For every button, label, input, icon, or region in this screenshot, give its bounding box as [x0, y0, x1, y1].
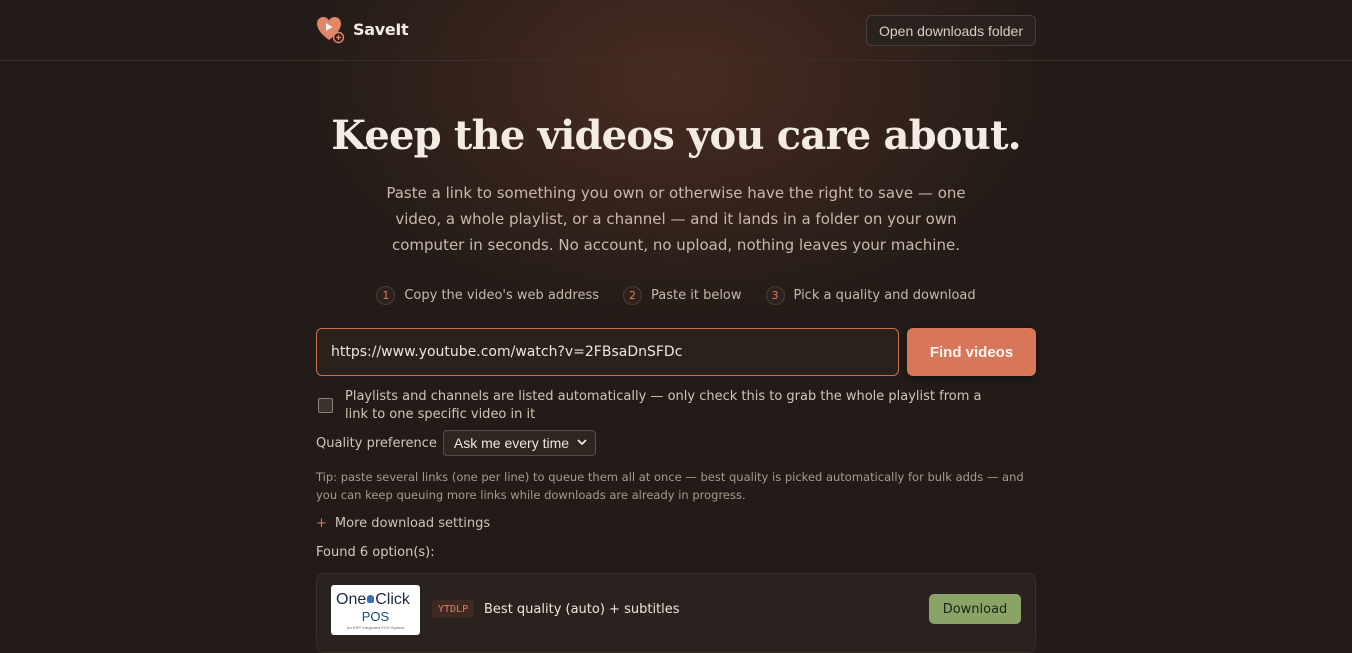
thumbnail-word: Click — [375, 591, 410, 608]
result-item: One Click POS An ERP Integrated POS Syste… — [316, 573, 1036, 653]
step-number: 3 — [765, 286, 785, 305]
open-downloads-folder-button[interactable]: Open downloads folder — [866, 15, 1036, 46]
whole-playlist-label[interactable]: Playlists and channels are listed automa… — [345, 388, 1005, 424]
step-item: 2 Paste it below — [623, 286, 742, 305]
download-button[interactable]: Download — [929, 594, 1021, 624]
step-number: 1 — [376, 286, 396, 305]
quality-preference-select[interactable]: Ask me every time — [442, 430, 597, 456]
brand[interactable]: SaveIt — [315, 14, 409, 44]
quality-preference-label: Quality preference — [316, 435, 437, 451]
step-label: Copy the video's web address — [404, 288, 599, 303]
saveit-logo-icon — [315, 14, 345, 44]
find-videos-button[interactable]: Find videos — [907, 328, 1036, 376]
step-number: 2 — [623, 286, 642, 305]
hand-icon — [367, 595, 375, 603]
page-title: Keep the videos you care about. — [331, 112, 1021, 159]
whole-playlist-checkbox[interactable] — [318, 398, 333, 413]
chevron-down-icon — [577, 438, 587, 449]
step-label: Paste it below — [651, 288, 742, 303]
quality-preference-row: Quality preference Ask me every time — [316, 430, 597, 456]
step-item: 1 Copy the video's web address — [376, 286, 599, 305]
more-download-settings-toggle[interactable]: + More download settings — [316, 516, 490, 531]
more-settings-label: More download settings — [334, 516, 491, 531]
top-bar: SaveIt Open downloads folder — [0, 0, 1352, 61]
plus-icon: + — [316, 516, 327, 531]
step-item: 3 Pick a quality and download — [765, 286, 976, 305]
playlist-option: Playlists and channels are listed automa… — [318, 388, 1018, 424]
url-input[interactable] — [316, 328, 899, 376]
result-title: Best quality (auto) + subtitles — [484, 602, 680, 617]
thumbnail-logo-text: One Click — [336, 591, 410, 609]
app-name: SaveIt — [353, 19, 409, 39]
source-badge: YTDLP — [432, 600, 475, 618]
thumbnail-tagline: An ERP Integrated POS System — [346, 625, 405, 630]
steps-list: 1 Copy the video's web address 2 Paste i… — [0, 286, 1352, 305]
video-thumbnail: One Click POS An ERP Integrated POS Syste… — [331, 585, 420, 635]
thumbnail-subtext: POS — [361, 609, 390, 624]
page-subtitle: Paste a link to something you own or oth… — [386, 184, 966, 254]
bulk-tip: Tip: paste several links (one per line) … — [316, 470, 1024, 502]
thumbnail-word: One — [336, 591, 367, 608]
step-label: Pick a quality and download — [793, 288, 976, 303]
results-summary: Found 6 option(s): — [316, 545, 435, 560]
quality-selected-value: Ask me every time — [453, 435, 570, 451]
